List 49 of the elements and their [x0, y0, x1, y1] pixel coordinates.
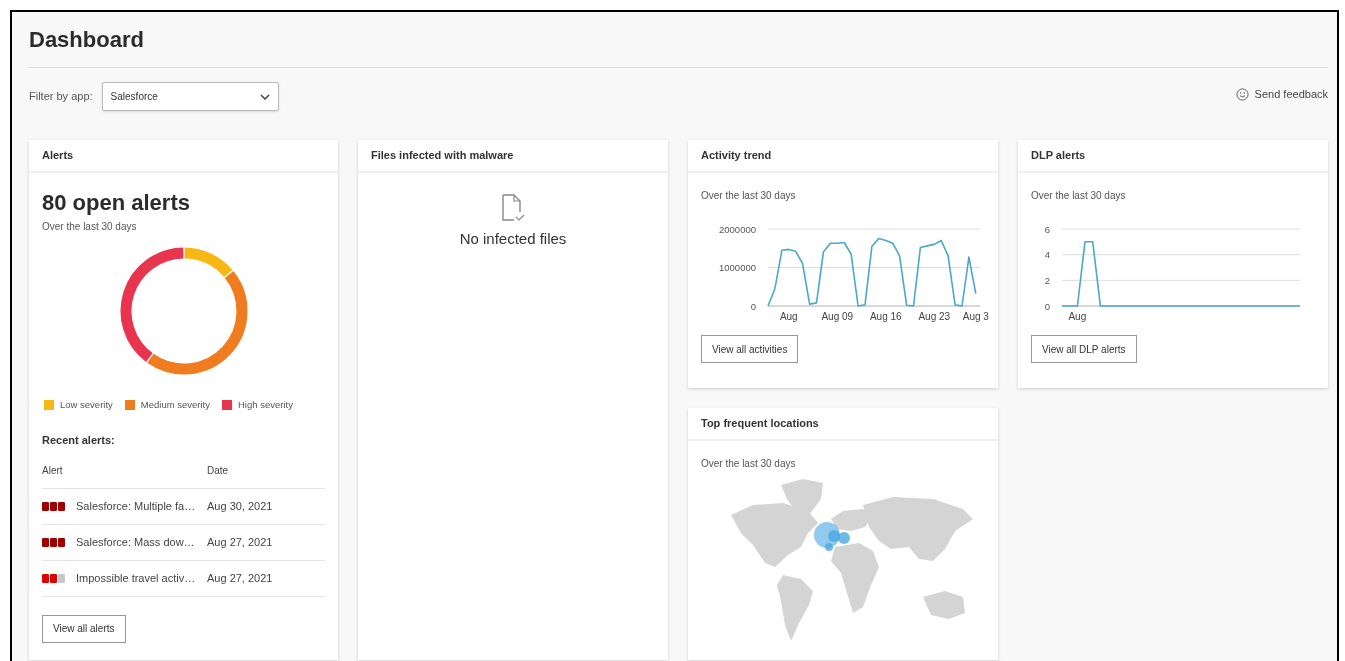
page-title: Dashboard	[29, 26, 144, 54]
severity-icon	[42, 537, 66, 547]
table-cell-text: Aug 27, 2021	[207, 571, 273, 586]
card-title: Activity trend	[701, 148, 772, 164]
axis-label: 6	[1044, 223, 1050, 235]
subtitle: Over the last 30 days	[701, 457, 797, 471]
severity-icon	[42, 501, 66, 511]
axis-label: 4	[1044, 249, 1050, 261]
view-all-alerts-button[interactable]: View all alerts	[42, 614, 126, 643]
chevron-icon	[259, 93, 270, 100]
axis-label: Aug	[1068, 311, 1087, 322]
send-feedback-link[interactable]: Send feedback	[1235, 86, 1328, 103]
axis-label: 2000000	[719, 223, 756, 235]
filter-label: Filter by app:	[29, 89, 93, 105]
legend-label: Low severity	[60, 398, 113, 412]
axis-label: 0	[1044, 300, 1050, 312]
recent-alerts-title: Recent alerts:	[42, 433, 116, 449]
empty-message: No infected files	[459, 229, 567, 249]
open-alerts-count: 80 open alerts	[42, 189, 191, 217]
card-title: Files infected with malware	[371, 148, 514, 164]
subtitle: Over the last 30 days	[1031, 189, 1127, 203]
subtitle: Over the last 30 days	[701, 189, 797, 203]
app-filter-dropdown[interactable]: Salesforce	[101, 82, 279, 111]
axis-label: Aug 16	[869, 311, 902, 322]
alert-name-link[interactable]: Impossible travel activ…	[76, 570, 207, 587]
legend-label: Medium severity	[140, 398, 210, 412]
card-title: DLP alerts	[1031, 148, 1086, 164]
subtitle: Over the last 30 days	[42, 220, 138, 234]
table-cell-text: Aug 30, 2021	[207, 499, 273, 514]
column-header: Alert	[42, 463, 64, 478]
severity-icon	[42, 573, 66, 583]
axis-label: Aug 09	[821, 311, 854, 322]
smiley-icon	[1235, 87, 1249, 101]
axis-label: Aug 3	[962, 311, 989, 322]
alert-name-link[interactable]: Salesforce: Multiple fa…	[76, 498, 207, 515]
axis-label: 1000000	[719, 262, 756, 273]
view-all-dlp-alerts-button[interactable]: View all DLP alerts	[1031, 335, 1137, 363]
alert-name-link[interactable]: Salesforce: Mass dow…	[76, 534, 207, 551]
table-cell-text: Aug 27, 2021	[207, 535, 273, 550]
axis-label: 0	[750, 300, 756, 312]
card-title: Top frequent locations	[701, 416, 819, 432]
axis-label: Aug 23	[918, 311, 951, 322]
column-header: Date	[207, 463, 229, 478]
legend-label: High severity	[238, 398, 293, 412]
card-title: Alerts	[42, 148, 74, 164]
axis-label: 2	[1044, 274, 1050, 286]
axis-label: Aug	[779, 311, 798, 322]
view-all-activities-button[interactable]: View all activities	[701, 335, 799, 363]
document-check-icon	[500, 194, 526, 222]
